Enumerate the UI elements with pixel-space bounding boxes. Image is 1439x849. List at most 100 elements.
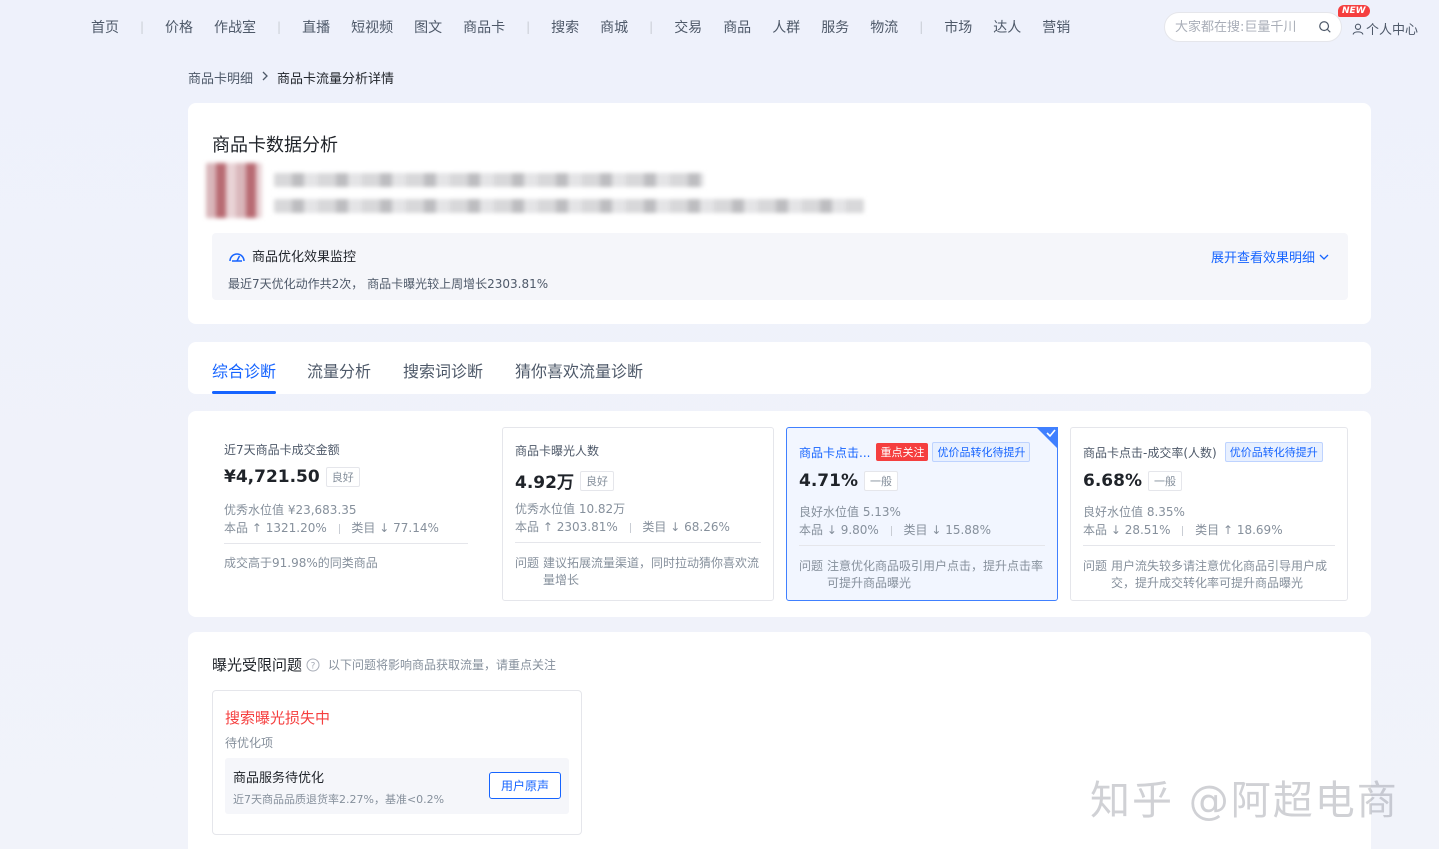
nav-menu: 首页 | 价格 作战室 | 直播 短视频 图文 商品卡 | 搜索 商城 | 交易 商品 人群 服务 物流 | 市场 达人… [91,17,1091,37]
nav-separator: | [140,20,145,34]
product-info-blurred [274,199,864,213]
breadcrumb-current: 商品卡流量分析详情 [277,72,395,87]
nav-item[interactable]: 商城 [600,17,628,37]
optimization-monitor-panel: 商品优化效果监控 最近7天优化动作共2次， 商品卡曝光较上周增长2303.81%… [212,233,1348,300]
category-label: 类目 [903,523,928,537]
monitor-title-label: 商品优化效果监控 [252,250,357,265]
divider [890,525,892,536]
nav-item[interactable]: 达人 [993,17,1021,37]
category-change: ↑ 18.69% [1222,523,1283,537]
exposure-subtitle: 以下问题将影响商品获取流量，请重点关注 [328,658,557,672]
category-label: 类目 [351,521,376,535]
product-name-blurred [274,173,704,187]
nav-item[interactable]: 首页 [91,17,119,37]
breadcrumb: 商品卡明细 商品卡流量分析详情 [188,68,394,87]
self-change: ↓ 28.51% [1110,523,1171,537]
product-image-blurred [206,163,262,218]
nav-item[interactable]: 物流 [870,17,898,37]
category-label: 类目 [1195,523,1220,537]
issue-card-search-loss: 搜索曝光损失中 待优化项 商品服务待优化 近7天商品品质退货率2.27%，基准<… [212,690,582,835]
nav-item[interactable]: 人群 [772,17,800,37]
nav-separator: | [526,20,531,34]
nav-separator: | [649,20,654,34]
nav-item[interactable]: 作战室 [214,17,256,37]
metric-value: 6.68% [1083,471,1142,491]
metric-benchmark: 良好水位值 5.13% [799,505,901,519]
self-change: ↑ 2303.81% [542,520,618,534]
category-change: ↓ 15.88% [931,523,991,537]
nav-item[interactable]: 商品卡 [463,17,505,37]
issue-item: 商品服务待优化 近7天商品品质退货率2.27%，基准<0.2% 用户原声 [225,758,569,814]
nav-item[interactable]: 服务 [821,17,849,37]
metric-grade-badge: 一般 [863,471,898,491]
tab-comprehensive-diagnosis[interactable]: 综合诊断 [212,358,276,382]
nav-item[interactable]: 交易 [674,17,702,37]
conversion-tag: 优价品转化待提升 [932,442,1031,462]
metric-note-text: 建议拓展流量渠道，同时拉动猜你喜欢流量增长 [543,556,760,587]
monitor-title: 商品优化效果监控 [228,246,356,265]
exposure-title-row: 曝光受限问题 ? 以下问题将影响商品获取流量，请重点关注 [212,654,556,675]
search-icon[interactable] [1318,20,1332,34]
search-input[interactable] [1175,19,1307,35]
metric-benchmark: 优秀水位值 ¥23,683.35 [224,503,357,517]
issue-item-title: 商品服务待优化 [233,771,325,786]
metric-title: 商品卡点击... [799,445,871,460]
user-feedback-button[interactable]: 用户原声 [489,772,561,799]
expand-details-label: 展开查看效果明细 [1210,251,1315,266]
tab-search-term-diagnosis[interactable]: 搜索词诊断 [403,358,483,382]
metric-title: 近7天商品卡成交金额 [224,443,340,457]
nav-item[interactable]: 搜索 [551,17,579,37]
nav-item[interactable]: 营销 [1042,17,1070,37]
divider [1182,525,1184,536]
svg-text:?: ? [311,661,316,671]
metric-card-click-rate[interactable]: 商品卡点击... 重点关注 优价品转化待提升 4.71% 一般 良好水位值 5.… [786,427,1058,601]
self-label: 本品 [1083,523,1108,537]
metric-value: ¥4,721.50 [224,467,320,487]
nav-item[interactable]: 直播 [302,17,330,37]
active-tab-indicator [212,391,276,394]
page-title: 商品卡数据分析 [212,135,338,156]
nav-item[interactable]: 短视频 [351,17,393,37]
search-box[interactable] [1164,12,1342,42]
expand-details-link[interactable]: 展开查看效果明细 [1211,247,1330,266]
breadcrumb-separator [261,70,269,85]
metric-comparison: 本品 ↑ 2303.81% 类目 ↓ 68.26% [515,518,730,535]
metric-value-row: 6.68% 一般 [1083,471,1182,491]
breadcrumb-parent[interactable]: 商品卡明细 [188,68,253,87]
metric-note: 问题 建议拓展流量渠道，同时拉动猜你喜欢流量增长 [515,555,761,589]
tab-bar: 综合诊断 流量分析 搜索词诊断 猜你喜欢流量诊断 [188,342,1371,394]
nav-item[interactable]: 图文 [414,17,442,37]
nav-separator: | [277,20,282,34]
nav-item[interactable]: 市场 [944,17,972,37]
metric-divider [1083,545,1335,546]
tab-guess-you-like-diagnosis[interactable]: 猜你喜欢流量诊断 [515,358,643,382]
monitor-description: 最近7天优化动作共2次， 商品卡曝光较上周增长2303.81% [228,277,549,291]
metric-note-label: 问题 [1083,559,1108,573]
metric-note: 问题 注意优化商品吸引用户点击，提升点击率可提升商品曝光 [799,558,1045,592]
conversion-tag: 优价品转化待提升 [1224,442,1323,462]
metric-value-row: 4.71% 一般 [799,471,898,491]
metric-title-row: 商品卡点击-成交率(人数) 优价品转化待提升 [1083,442,1323,462]
metric-comparison: 本品 ↑ 1321.20% 类目 ↓ 77.14% [224,519,439,536]
metric-card-exposure-users[interactable]: 商品卡曝光人数 4.92万 良好 优秀水位值 10.82万 本品 ↑ 2303.… [502,427,774,601]
user-center-link[interactable]: 个人中心 [1352,19,1418,38]
metric-comparison: 本品 ↓ 28.51% 类目 ↑ 18.69% [1083,521,1283,538]
metric-card-gmv[interactable]: 近7天商品卡成交金额 ¥4,721.50 良好 优秀水位值 ¥23,683.35… [212,427,480,601]
nav-item[interactable]: 价格 [165,17,193,37]
help-icon[interactable]: ? [306,658,320,672]
metric-value: 4.92万 [515,473,574,493]
metrics-panel: 近7天商品卡成交金额 ¥4,721.50 良好 优秀水位值 ¥23,683.35… [188,411,1371,617]
metric-card-click-conversion[interactable]: 商品卡点击-成交率(人数) 优价品转化待提升 6.68% 一般 良好水位值 8.… [1070,427,1348,601]
metric-divider [224,543,468,544]
exposure-title: 曝光受限问题 [212,656,303,674]
nav-item[interactable]: 商品 [723,17,751,37]
metric-note: 成交高于91.98%的同类商品 [224,555,468,572]
top-navigation: 首页 | 价格 作战室 | 直播 短视频 图文 商品卡 | 搜索 商城 | 交易 商品 人群 服务 物流 | 市场 达人… [0,0,1439,54]
tab-traffic-analysis[interactable]: 流量分析 [307,358,371,382]
user-center-label: 个人中心 [1366,23,1419,38]
metric-value: 4.71% [799,471,858,491]
selected-check-icon [1036,427,1058,449]
metric-value-row: ¥4,721.50 良好 [224,467,360,487]
metric-title: 商品卡点击-成交率(人数) [1083,445,1217,460]
metric-grade-badge: 良好 [325,467,360,487]
